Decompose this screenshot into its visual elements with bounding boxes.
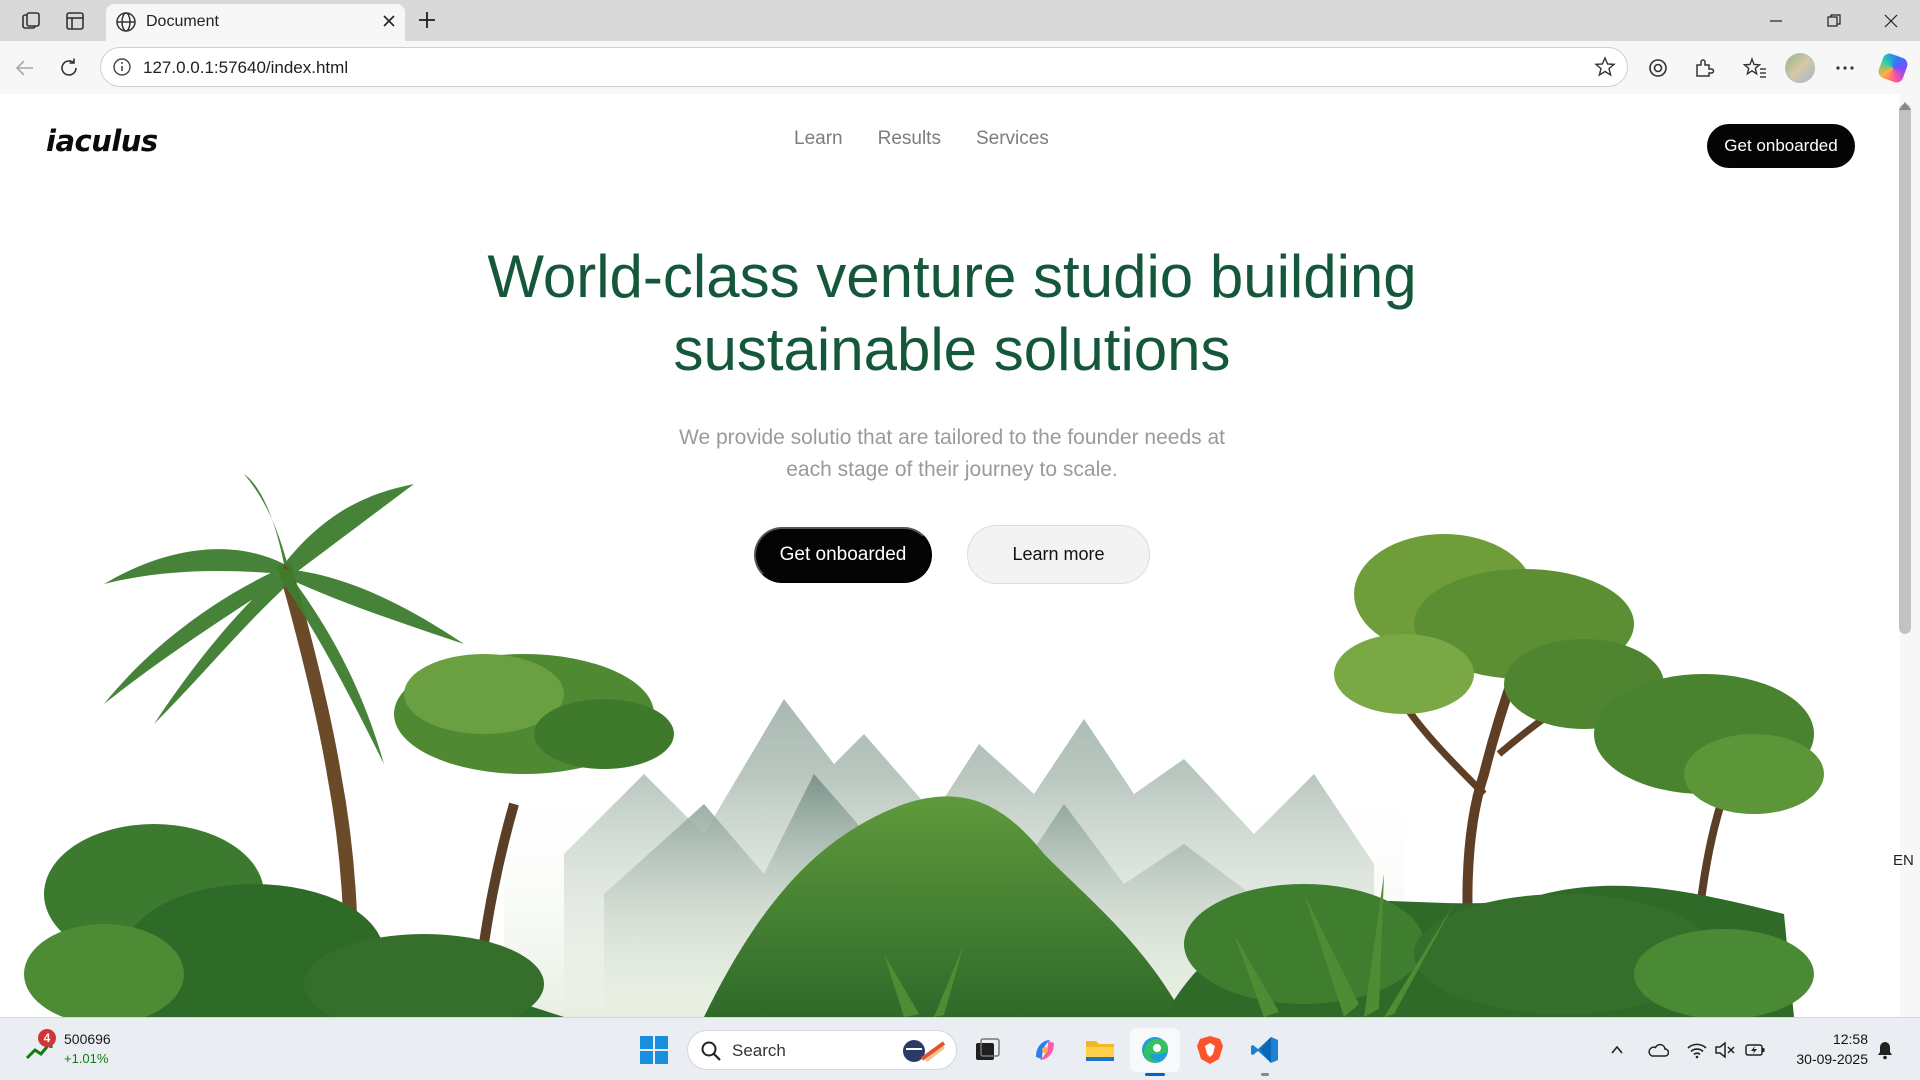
site-logo[interactable]: iaculus [46,124,158,158]
windows-taskbar: 4 500696 +1.01% Search 12:58 30-09-2025 [0,1017,1920,1080]
vscode-icon[interactable] [1245,1030,1285,1070]
browser-essentials-icon[interactable] [1643,53,1673,83]
tab-title: Document [146,13,219,30]
search-icon [700,1040,722,1067]
notification-badge: 4 [38,1029,56,1047]
restore-icon[interactable] [1814,7,1854,35]
scroll-up-arrow-icon[interactable] [1899,102,1911,110]
language-indicator: EN [1893,852,1914,869]
browser-tab[interactable]: Document [106,4,405,41]
favorite-star-icon[interactable] [1593,55,1617,84]
nav-link-learn[interactable]: Learn [794,128,843,150]
nav-link-results[interactable]: Results [878,128,941,150]
nav-link-services[interactable]: Services [976,128,1049,150]
workspaces-icon[interactable] [18,8,44,34]
vertical-tabs-icon[interactable] [62,8,88,34]
wifi-icon[interactable] [1686,1039,1708,1061]
browser-toolbar: 127.0.0.1:57640/index.html [0,41,1920,94]
favorites-icon[interactable] [1740,53,1770,83]
hero-get-onboarded-button[interactable]: Get onboarded [754,527,932,583]
browser-tab-bar: Document [0,0,1920,41]
battery-charging-icon[interactable] [1744,1039,1766,1061]
hero-title: World-class venture studio building sust… [4,240,1900,386]
active-app-indicator [1145,1073,1165,1076]
taskbar-search-box[interactable]: Search [687,1030,957,1070]
refresh-icon[interactable] [54,53,84,83]
stock-change[interactable]: +1.01% [64,1051,108,1066]
task-view-icon[interactable] [968,1030,1008,1070]
close-window-icon[interactable] [1871,7,1911,35]
globe-icon [114,10,138,39]
stock-value[interactable]: 500696 [64,1031,111,1047]
hero-title-line-1: World-class venture studio building [487,243,1417,310]
onedrive-icon[interactable] [1647,1039,1669,1061]
extensions-icon[interactable] [1689,53,1719,83]
header-get-onboarded-button[interactable]: Get onboarded [1707,124,1855,168]
new-tab-icon[interactable] [414,7,440,38]
back-icon[interactable] [10,53,40,83]
brave-browser-icon[interactable] [1190,1030,1230,1070]
copilot-icon[interactable] [1876,51,1910,85]
search-label: Search [732,1041,786,1060]
edge-browser-icon[interactable] [1135,1030,1175,1070]
notification-bell-icon[interactable] [1874,1039,1896,1061]
main-nav: Learn Results Services [794,128,1084,150]
hero-learn-more-button[interactable]: Learn more [967,525,1150,584]
jungle-landscape-illustration [24,474,1824,1017]
close-tab-icon[interactable] [377,9,401,38]
hero-title-line-2: sustainable solutions [673,316,1231,383]
show-hidden-icons-icon[interactable] [1606,1039,1628,1061]
url-text: 127.0.0.1:57640/index.html [143,58,349,77]
hero-subtitle-line-1: We provide solutio that are tailored to … [679,426,1225,449]
profile-avatar[interactable] [1785,53,1815,83]
file-explorer-icon[interactable] [1080,1030,1120,1070]
windows-start-icon[interactable] [634,1030,674,1070]
volume-muted-icon[interactable] [1714,1039,1736,1061]
copilot-app-icon[interactable] [1025,1030,1065,1070]
clock-date[interactable]: 30-09-2025 [1788,1051,1868,1067]
search-highlight-icon [898,1035,948,1072]
page-scrollbar-thumb[interactable] [1899,104,1911,634]
address-bar[interactable]: 127.0.0.1:57640/index.html [100,47,1628,87]
site-info-icon[interactable] [111,56,133,83]
running-app-indicator [1261,1073,1269,1076]
page-viewport: iaculus Learn Results Services Get onboa… [4,94,1900,1017]
clock-time[interactable]: 12:58 [1828,1031,1868,1047]
more-options-icon[interactable] [1830,53,1860,83]
minimize-icon[interactable] [1756,7,1796,35]
